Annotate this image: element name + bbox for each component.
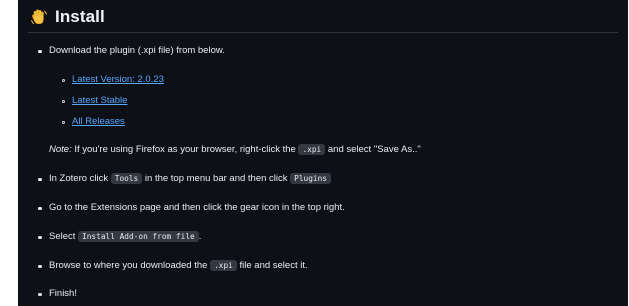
- latest-version-link[interactable]: Latest Version: 2.0.23: [72, 73, 164, 87]
- code-xpi: .xpi: [298, 144, 326, 155]
- circle-bullet-icon: [62, 100, 65, 103]
- zotero-line: In Zotero click Tools in the top menu ba…: [49, 172, 331, 186]
- zotero-text-1: In Zotero click: [49, 173, 109, 184]
- code-xpi: .xpi: [210, 260, 237, 271]
- code-install-add-on: Install Add-on from file: [78, 231, 199, 242]
- select-end: .: [198, 231, 202, 242]
- code-tools: Tools: [110, 173, 143, 184]
- zotero-text-2: in the top menu bar and then click: [144, 173, 288, 184]
- code-plugins: Plugins: [290, 173, 331, 184]
- heading-divider: [28, 32, 618, 33]
- browse-line: Browse to where you downloaded the .xpi …: [49, 259, 308, 273]
- note-text: If you're using Firefox as your browser,…: [74, 144, 296, 155]
- bullet-icon: [38, 235, 42, 239]
- browse-text-2: file and select it.: [239, 260, 308, 271]
- circle-bullet-icon: [62, 121, 65, 124]
- bullet-icon: [38, 292, 42, 296]
- extensions-text: Go to the Extensions page and then click…: [49, 202, 345, 213]
- all-releases-link[interactable]: All Releases: [72, 115, 125, 129]
- bullet-icon: [38, 206, 42, 210]
- note-line: Note: If you're using Firefox as your br…: [49, 143, 421, 157]
- note-label: Note:: [49, 144, 72, 155]
- bullet-icon: [38, 49, 42, 53]
- select-text: Select: [49, 231, 76, 242]
- latest-stable-link[interactable]: Latest Stable: [72, 94, 127, 108]
- note-text-after: and select "Save As..": [327, 144, 421, 155]
- page-title: Install: [55, 7, 105, 26]
- download-text: Download the plugin (.xpi file) from bel…: [49, 45, 225, 56]
- browse-text-1: Browse to where you downloaded the: [49, 260, 208, 271]
- page: Install Download the plugin (.xpi file) …: [0, 0, 629, 306]
- waving-hand-icon: [31, 9, 47, 25]
- finish-text: Finish!: [49, 288, 77, 299]
- select-line: Select Install Add-on from file.: [49, 230, 201, 244]
- bullet-icon: [38, 264, 42, 268]
- bullet-icon: [38, 177, 42, 181]
- circle-bullet-icon: [62, 79, 65, 82]
- readme-install-section: Install Download the plugin (.xpi file) …: [18, 0, 628, 306]
- section-heading: Install: [30, 7, 105, 27]
